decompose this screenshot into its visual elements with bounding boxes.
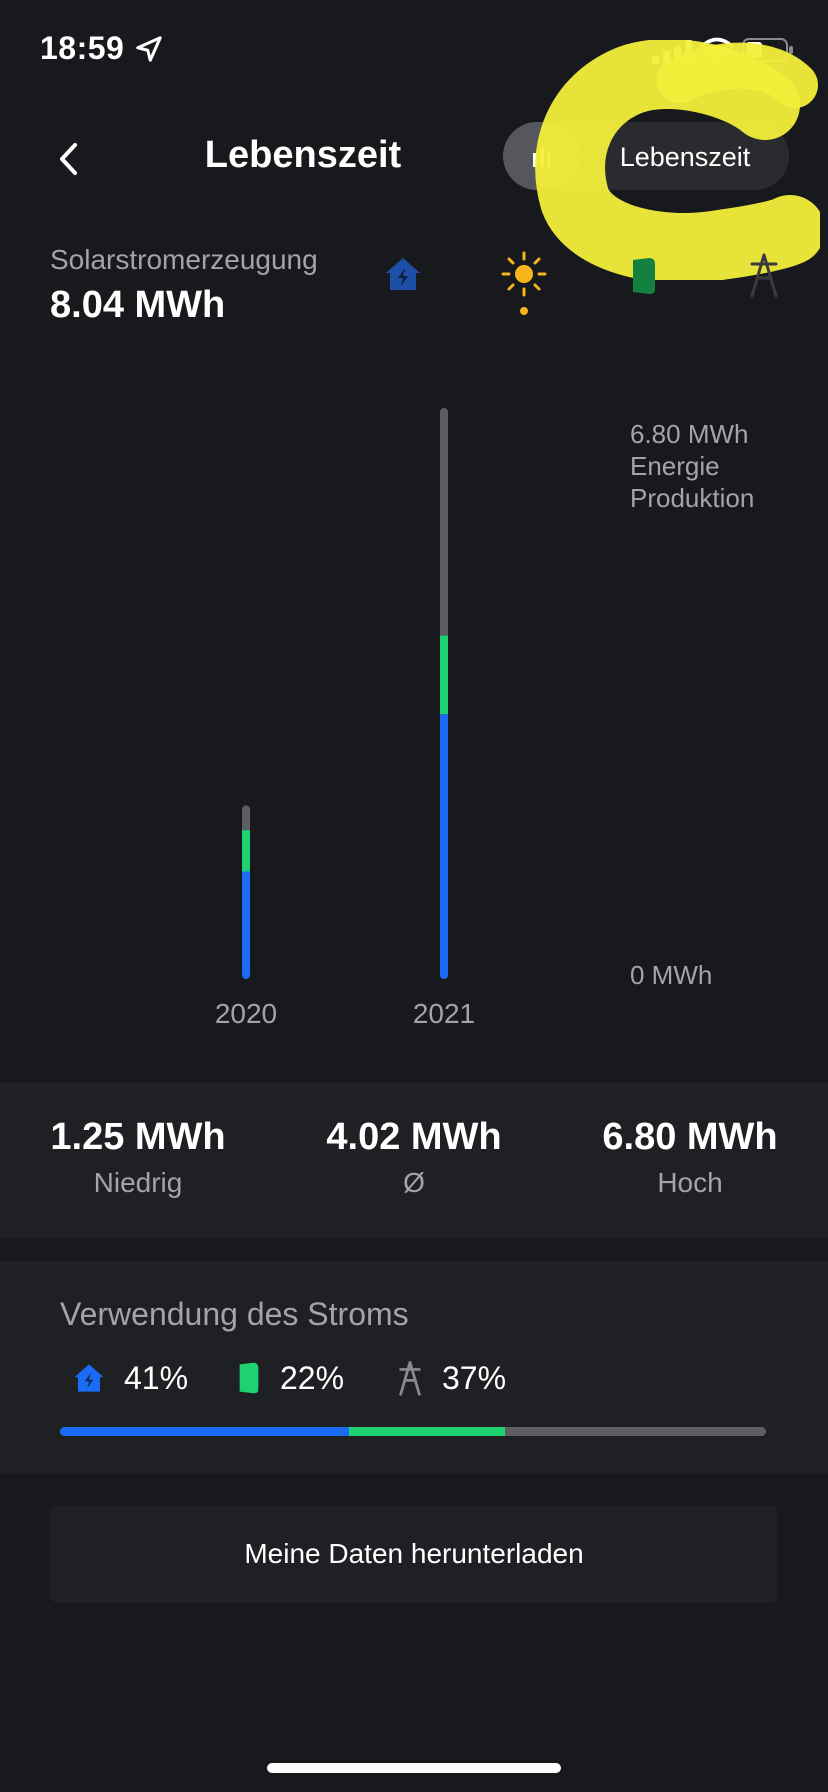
stat-low-label: Niedrig xyxy=(93,1167,183,1198)
powerwall-icon xyxy=(239,1362,259,1394)
grid-tower-icon xyxy=(399,1361,421,1396)
stat-high-label: Hoch xyxy=(657,1167,723,1198)
usage-bar-segment-home xyxy=(60,1427,350,1436)
stat-high: 6.80 MWh Hoch xyxy=(552,1116,828,1199)
y-axis-max-label: 6.80 MWh Energie Produktion xyxy=(630,418,754,514)
usage-bar-segment-powerwall xyxy=(349,1427,505,1436)
y-axis-caption-line1: Energie xyxy=(630,451,720,481)
download-data-button[interactable]: Meine Daten herunterladen xyxy=(50,1505,778,1603)
x-tick-2020: 2020 xyxy=(214,998,278,1029)
chevron-left-icon xyxy=(60,143,77,175)
y-axis-max-value: 6.80 MWh xyxy=(630,419,749,449)
usage-grid-percent: 37% xyxy=(442,1359,507,1396)
usage-bar-segment-grid-tower xyxy=(504,1427,766,1436)
home-icon[interactable] xyxy=(383,254,423,294)
bar-2020-segment-0 xyxy=(242,871,250,975)
stat-high-value: 6.80 MWh xyxy=(602,1116,778,1158)
bar-2020-cap-top xyxy=(242,805,250,814)
stat-average-label: Ø xyxy=(403,1167,425,1198)
usage-title: Verwendung des Stroms xyxy=(60,1296,409,1332)
bar-2020-cap-bottom xyxy=(242,971,250,979)
bar-2021-segment-2 xyxy=(440,412,448,636)
usage-powerwall-percent: 22% xyxy=(280,1359,345,1396)
powerwall-icon[interactable] xyxy=(629,256,659,296)
home-icon xyxy=(74,1364,104,1392)
usage-item-home: 41% xyxy=(72,1358,188,1398)
stat-average: 4.02 MWh Ø xyxy=(276,1116,552,1199)
usage-item-grid: 37% xyxy=(396,1358,506,1398)
selected-indicator-dot xyxy=(520,307,528,315)
stat-average-value: 4.02 MWh xyxy=(326,1116,502,1158)
y-axis-min-label: 0 MWh xyxy=(630,960,713,990)
usage-distribution-bar xyxy=(60,1427,766,1436)
page-title: Lebenszeit xyxy=(204,134,402,176)
summary-label: Solarstromerzeugung xyxy=(50,244,318,275)
yellow-scribble-overlay xyxy=(535,40,820,280)
stat-low-value: 1.25 MWh xyxy=(50,1116,226,1158)
home-indicator xyxy=(267,1763,561,1773)
back-button[interactable] xyxy=(46,136,92,182)
summary-value: 8.04 MWh xyxy=(50,284,226,326)
bar-2021-segment-1 xyxy=(440,635,448,715)
location-arrow-icon xyxy=(136,36,162,62)
bar-2021-segment-0 xyxy=(440,714,448,975)
grid-tower-icon[interactable] xyxy=(746,252,782,298)
stat-low: 1.25 MWh Niedrig xyxy=(0,1116,276,1199)
y-axis-caption-line2: Produktion xyxy=(630,483,755,513)
bar-2020-segment-1 xyxy=(242,830,250,872)
usage-home-percent: 41% xyxy=(124,1359,189,1396)
usage-item-powerwall: 22% xyxy=(236,1358,344,1398)
x-tick-2021: 2021 xyxy=(412,998,476,1029)
sun-icon[interactable] xyxy=(500,250,548,298)
status-time: 18:59 xyxy=(40,30,125,66)
bar-2021-cap-top xyxy=(440,408,448,416)
bar-2021-cap-bottom xyxy=(440,971,448,979)
